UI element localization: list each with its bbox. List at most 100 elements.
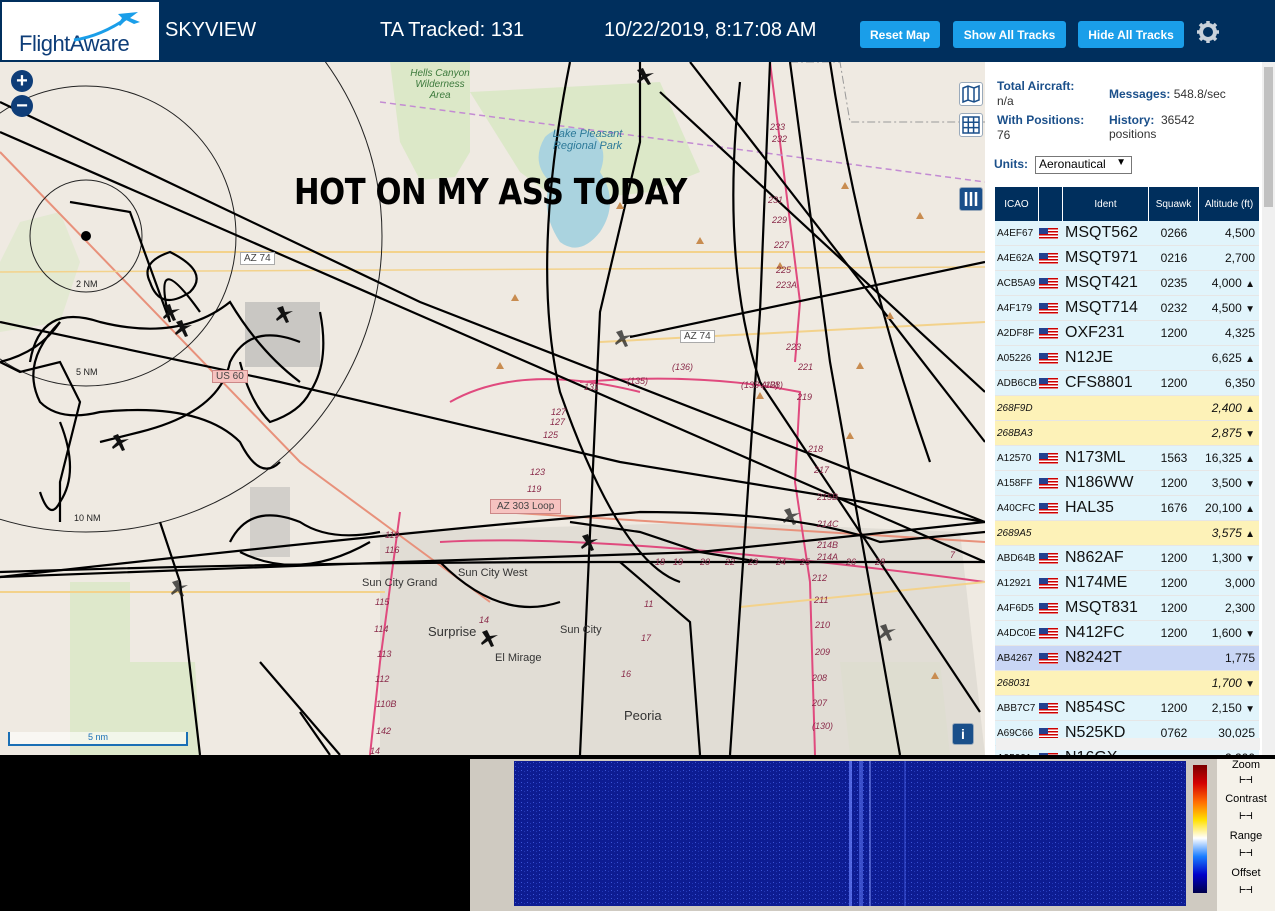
contrast-slider[interactable]: ⊢⊣ <box>1217 809 1275 822</box>
row-flag <box>1039 652 1063 664</box>
reset-map-button[interactable]: Reset Map <box>860 21 940 48</box>
row-altitude-value: 3,500 <box>1211 476 1242 490</box>
route-number-label: 24 <box>776 557 787 567</box>
row-ident: N8242T <box>1065 649 1122 666</box>
map-view[interactable]: Hells Canyon Wilderness Area Lake Pleasa… <box>0 62 985 755</box>
row-icao: A05226 <box>997 352 1032 364</box>
route-number-label: 211 <box>814 595 829 605</box>
col-ident[interactable]: Ident <box>1063 187 1149 221</box>
route-number-label: (128) <box>762 380 784 390</box>
info-button[interactable]: i <box>952 723 974 745</box>
col-squawk[interactable]: Squawk <box>1149 187 1199 221</box>
grid-toggle-button[interactable] <box>959 113 983 137</box>
sidebar-scrollbar[interactable] <box>1262 62 1275 755</box>
table-row[interactable]: A2DF8F OXF231 1200 4,325 <box>995 321 1259 346</box>
table-row[interactable]: A12921 N174ME 1200 3,000 <box>995 571 1259 596</box>
map-label-el-mirage: El Mirage <box>495 652 542 664</box>
zoom-out-button[interactable]: − <box>11 95 33 117</box>
row-altitude: 1,300 ▼ <box>1199 551 1259 565</box>
range-ring-label-5nm: 5 NM <box>76 367 98 377</box>
table-row[interactable]: 268BA3 2,875 ▼ <box>995 421 1259 446</box>
us-flag-icon <box>1039 277 1058 289</box>
table-row[interactable]: 268F9D 2,400 ▲ <box>995 396 1259 421</box>
table-row[interactable]: A4E62A MSQT971 0216 2,700 <box>995 246 1259 271</box>
us-flag-icon <box>1039 652 1058 664</box>
route-number-label: 219 <box>797 392 813 402</box>
row-squawk: 1200 <box>1160 701 1188 715</box>
table-row[interactable]: A40CFC HAL35 1676 20,100 ▲ <box>995 496 1259 521</box>
table-horizontal-scrollbar[interactable] <box>996 738 1260 750</box>
map-label-peoria: Peoria <box>624 708 662 723</box>
row-altitude-value: 2,700 <box>1224 251 1255 265</box>
row-altitude-value: 2,875 <box>1211 426 1242 440</box>
route-number-label: 127 <box>551 407 567 417</box>
table-row[interactable]: A4DC0E N412FC 1200 1,600 ▼ <box>995 621 1259 646</box>
row-icao: A40CFC <box>997 502 1036 514</box>
table-row[interactable]: 2689A5 3,575 ▲ <box>995 521 1259 546</box>
us-flag-icon <box>1039 602 1058 614</box>
table-row[interactable]: A12570 N173ML 1563 16,325 ▲ <box>995 446 1259 471</box>
zoom-in-button[interactable]: + <box>11 70 33 92</box>
column-toggle-button[interactable] <box>959 187 983 211</box>
gear-icon[interactable] <box>1196 20 1220 44</box>
route-number-label: 215B <box>817 492 839 502</box>
route-number-label: 212 <box>812 573 828 583</box>
table-row[interactable]: A05226 N12JE 6,625 ▲ <box>995 346 1259 371</box>
with-positions-value: 76 <box>997 128 1011 142</box>
scale-bar: 5 nm <box>8 732 188 746</box>
zoom-slider[interactable]: ⊢⊣ <box>1217 773 1275 786</box>
table-row[interactable]: ABD64B N862AF 1200 1,300 ▼ <box>995 546 1259 571</box>
show-all-tracks-button[interactable]: Show All Tracks <box>953 21 1066 48</box>
table-row[interactable]: ACB5A9 MSQT421 0235 4,000 ▲ <box>995 271 1259 296</box>
col-flag[interactable] <box>1039 187 1063 221</box>
table-row[interactable]: 268031 1,700 ▼ <box>995 671 1259 696</box>
route-number-label: 223A <box>776 280 798 290</box>
row-squawk: 0266 <box>1160 226 1188 240</box>
row-icao: 268BA3 <box>997 427 1033 439</box>
table-row[interactable]: AB4267 N8242T 1,775 <box>995 646 1259 671</box>
col-altitude[interactable]: Altitude (ft) <box>1199 187 1259 221</box>
map-layer-button[interactable] <box>959 82 983 106</box>
row-altitude: 2,700 <box>1199 251 1259 265</box>
route-number-label: 11 <box>644 599 654 609</box>
map-icon <box>962 84 980 104</box>
route-number-label: 19 <box>673 557 684 567</box>
flightaware-logo[interactable]: FlightAware <box>2 2 159 60</box>
row-ident: HAL35 <box>1065 499 1114 516</box>
hide-all-tracks-button[interactable]: Hide All Tracks <box>1078 21 1184 48</box>
row-altitude-value: 4,000 <box>1211 276 1242 290</box>
total-aircraft-value: n/a <box>997 94 1014 108</box>
route-number-label: 16 <box>621 669 632 679</box>
row-icao: ABB7C7 <box>997 702 1036 714</box>
route-number-label: 227 <box>774 240 790 250</box>
route-number-label: 214A <box>817 552 839 562</box>
total-aircraft-label-text: Total Aircraft: <box>997 79 1075 93</box>
table-row[interactable]: ABB7C7 N854SC 1200 2,150 ▼ <box>995 696 1259 721</box>
table-row[interactable]: A158FF N186WW 1200 3,500 ▼ <box>995 471 1259 496</box>
route-number-label: 142 <box>376 726 392 736</box>
messages-stat: Messages: 548.8/sec <box>1109 87 1226 101</box>
us-flag-icon <box>1039 377 1058 389</box>
row-squawk: 1200 <box>1160 376 1188 390</box>
route-number-label: 17 <box>641 633 652 643</box>
row-trend-icon: ▲ <box>1245 279 1255 290</box>
total-aircraft-label: Total Aircraft: <box>997 79 1074 93</box>
table-row[interactable]: A4F6D5 MSQT831 1200 2,300 <box>995 596 1259 621</box>
us-flag-icon <box>1039 352 1058 364</box>
row-trend-icon: ▼ <box>1245 479 1255 490</box>
table-row[interactable]: ADB6CB CFS8801 1200 6,350 <box>995 371 1259 396</box>
units-select[interactable]: Aeronautical ▼ <box>1035 156 1132 174</box>
row-icao: A4F6D5 <box>997 602 1034 614</box>
table-row[interactable]: A4F179 MSQT714 0232 4,500 ▼ <box>995 296 1259 321</box>
range-slider[interactable]: ⊢⊣ <box>1217 846 1275 859</box>
col-icao[interactable]: ICAO <box>995 187 1039 221</box>
scrollbar-thumb[interactable] <box>1264 67 1273 207</box>
row-trend-icon: ▲ <box>1245 354 1255 365</box>
history-value: 36542 positions <box>1109 113 1195 141</box>
offset-slider[interactable]: ⊢⊣ <box>1217 883 1275 896</box>
table-row[interactable]: A4EF67 MSQT562 0266 4,500 <box>995 221 1259 246</box>
row-ident: OXF231 <box>1065 324 1125 341</box>
map-canvas[interactable] <box>0 62 985 755</box>
route-number-label: 116 <box>385 545 400 555</box>
map-label-sun-city-grand: Sun City Grand <box>362 577 438 589</box>
